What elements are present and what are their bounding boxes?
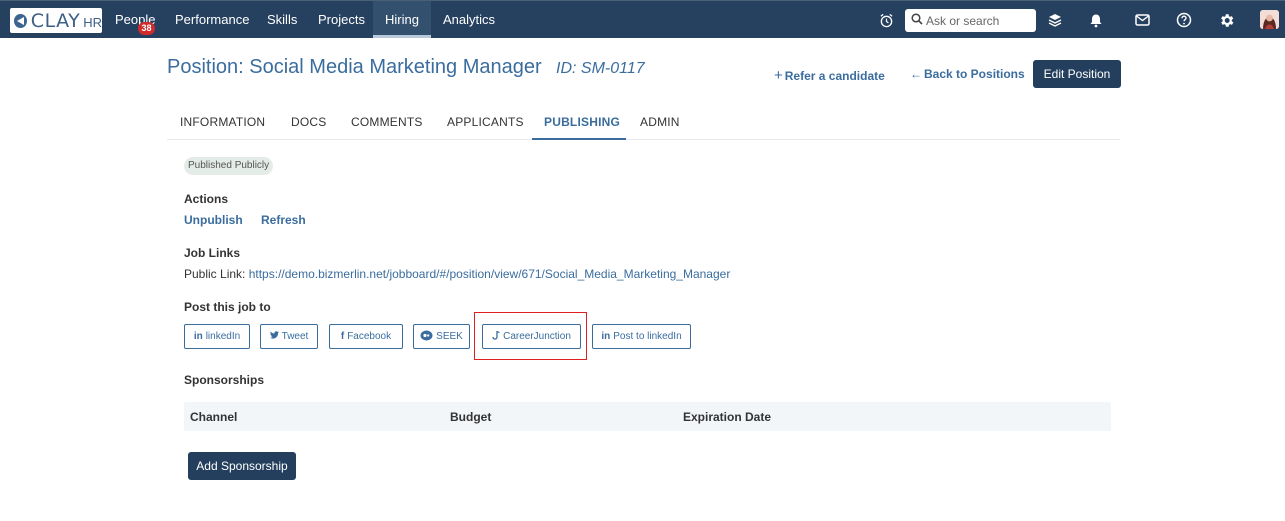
column-header-budget: Budget <box>450 410 492 424</box>
global-search[interactable] <box>905 9 1036 32</box>
help-icon[interactable] <box>1175 11 1193 29</box>
tab-docs[interactable]: DOCS <box>291 115 326 129</box>
tab-applicants[interactable]: APPLICANTS <box>447 115 524 129</box>
post-button-label: Tweet <box>281 331 309 342</box>
public-link-row: Public Link: https://demo.bizmerlin.net/… <box>184 267 730 281</box>
bell-icon[interactable] <box>1087 11 1105 29</box>
logo-mark-icon <box>14 13 27 28</box>
job-links-heading: Job Links <box>184 246 241 260</box>
actions-heading: Actions <box>184 192 229 206</box>
status-badge: Published Publicly <box>184 157 274 175</box>
search-icon <box>911 12 923 30</box>
seek-icon <box>420 330 433 344</box>
refer-candidate-label: Refer a candidate <box>784 69 885 83</box>
post-facebook-button[interactable]: f Facebook <box>329 324 403 349</box>
edit-position-button[interactable]: Edit Position <box>1033 60 1121 88</box>
layers-icon[interactable] <box>1046 11 1064 29</box>
public-link-url[interactable]: https://demo.bizmerlin.net/jobboard/#/po… <box>249 267 731 281</box>
plus-icon: + <box>774 67 783 84</box>
post-linkedin-button[interactable]: in linkedIn <box>184 324 250 349</box>
post-job-heading: Post this job to <box>184 300 271 314</box>
post-button-label: Post to linkedIn <box>613 331 682 342</box>
page-title: Position: Social Media Marketing Manager <box>167 56 542 78</box>
nav-item-label: Skills <box>267 12 298 27</box>
tab-information[interactable]: INFORMATION <box>180 115 265 129</box>
logo-subtext: HR <box>83 15 102 30</box>
public-link-label: Public Link: <box>184 267 246 281</box>
post-to-linkedin-button[interactable]: in Post to linkedIn <box>592 324 691 349</box>
column-header-channel: Channel <box>190 410 238 424</box>
unpublish-link[interactable]: Unpublish <box>184 213 243 227</box>
nav-item-performance[interactable]: Performance <box>175 1 249 38</box>
refresh-link[interactable]: Refresh <box>261 213 306 227</box>
nav-item-hiring[interactable]: Hiring <box>373 1 431 38</box>
tab-comments[interactable]: COMMENTS <box>351 115 423 129</box>
linkedin-icon: in <box>193 331 203 342</box>
refer-candidate-link[interactable]: + Refer a candidate <box>774 67 885 84</box>
search-input[interactable] <box>926 13 1026 28</box>
column-header-expiration-date: Expiration Date <box>683 410 772 424</box>
position-tabs: INFORMATION DOCS COMMENTS APPLICANTS PUB… <box>167 103 1120 140</box>
twitter-icon <box>269 331 279 342</box>
linkedin-icon: in <box>601 331 611 342</box>
add-sponsorship-button[interactable]: Add Sponsorship <box>188 452 296 480</box>
active-tab-indicator <box>532 138 626 140</box>
nav-item-label: Hiring <box>385 12 419 27</box>
post-button-label: Facebook <box>347 331 392 342</box>
nav-item-projects[interactable]: Projects <box>318 1 365 38</box>
user-avatar[interactable] <box>1260 10 1279 29</box>
tab-admin[interactable]: ADMIN <box>640 115 680 129</box>
gear-icon[interactable] <box>1217 11 1235 29</box>
tab-publishing[interactable]: PUBLISHING <box>544 115 620 129</box>
back-to-positions-label: Back to Positions <box>924 67 1025 81</box>
nav-item-skills[interactable]: Skills <box>267 1 297 38</box>
position-id: ID: SM-0117 <box>556 60 645 77</box>
alarm-clock-icon[interactable] <box>877 11 895 29</box>
nav-item-people[interactable]: People 38 <box>115 1 155 38</box>
facebook-icon: f <box>340 331 345 342</box>
back-to-positions-link[interactable]: ← Back to Positions <box>910 67 1025 81</box>
post-tweet-button[interactable]: Tweet <box>260 324 318 349</box>
post-button-label: linkedIn <box>205 331 241 342</box>
logo-text: CLAY <box>30 9 81 32</box>
sponsorships-table-header: Channel Budget Expiration Date <box>184 402 1111 431</box>
nav-item-analytics[interactable]: Analytics <box>443 1 495 38</box>
people-count-badge: 38 <box>138 22 155 35</box>
mail-icon[interactable] <box>1133 11 1151 29</box>
top-nav-bar: CLAY HR People 38 Performance Skills Pro… <box>0 0 1285 38</box>
careerjunction-highlight-box <box>474 312 587 360</box>
nav-item-label: Performance <box>175 12 250 27</box>
post-seek-button[interactable]: SEEK <box>413 324 470 349</box>
arrow-left-icon: ← <box>910 67 922 81</box>
nav-item-label: Projects <box>318 12 365 27</box>
clayhr-logo[interactable]: CLAY HR <box>10 8 102 33</box>
post-button-label: SEEK <box>436 331 463 342</box>
nav-item-label: Analytics <box>443 12 496 27</box>
sponsorships-heading: Sponsorships <box>184 373 265 387</box>
